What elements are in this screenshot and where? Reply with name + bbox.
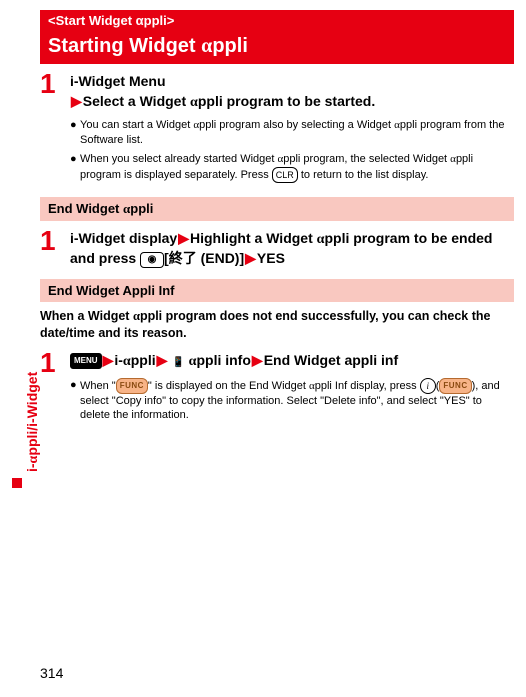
step-number: 1 <box>40 227 70 269</box>
step-number: 1 <box>40 70 70 187</box>
banner-title: Starting Widget αppli <box>40 31 514 64</box>
triangle-icon: ▶ <box>70 93 83 109</box>
triangle-icon: ▶ <box>177 230 190 246</box>
step-end-widget: 1 i-Widget display▶Highlight a Widget αp… <box>40 227 514 269</box>
bullet-item: ● When you select already started Widget… <box>70 152 514 183</box>
func-key-icon: FUNC <box>116 378 148 394</box>
step-title: i-Widget Menu ▶Select a Widget αppli pro… <box>70 72 514 112</box>
phone-icon: 📱 <box>172 357 184 368</box>
step-number: 1 <box>40 349 70 427</box>
triangle-icon: ▶ <box>244 250 257 266</box>
i-key-icon: i <box>420 378 436 394</box>
vertical-tab-marker <box>12 478 22 488</box>
step-start-widget: 1 i-Widget Menu ▶Select a Widget αppli p… <box>40 70 514 187</box>
triangle-icon: ▶ <box>156 352 169 368</box>
step-end-widget-inf: 1 MENU▶i-αppli▶ 📱 αppli info▶End Widget … <box>40 349 514 427</box>
func-key-icon: FUNC <box>439 378 471 394</box>
vertical-tab-label: i-αppli/i-Widget <box>24 372 42 472</box>
clr-key-icon: CLR <box>272 167 298 183</box>
bullet-item: ● You can start a Widget αppli program a… <box>70 118 514 148</box>
banner-top: <Start Widget αppli> <box>40 10 514 31</box>
inf-intro: When a Widget αppli program does not end… <box>40 308 514 343</box>
page-number: 314 <box>40 665 63 681</box>
step-title: MENU▶i-αppli▶ 📱 αppli info▶End Widget ap… <box>70 351 514 372</box>
camera-key-icon: ◉ <box>140 252 164 268</box>
bullet-item: ● When "FUNC" is displayed on the End Wi… <box>70 378 514 424</box>
end-widget-banner: End Widget αppli <box>40 197 514 221</box>
end-widget-inf-banner: End Widget Appli Inf <box>40 279 514 302</box>
menu-key-icon: MENU <box>70 353 102 369</box>
triangle-icon: ▶ <box>102 352 115 368</box>
step-title: i-Widget display▶Highlight a Widget αppl… <box>70 229 514 269</box>
banner-top-text: <Start Widget αppli> <box>48 13 174 28</box>
triangle-icon: ▶ <box>251 352 264 368</box>
